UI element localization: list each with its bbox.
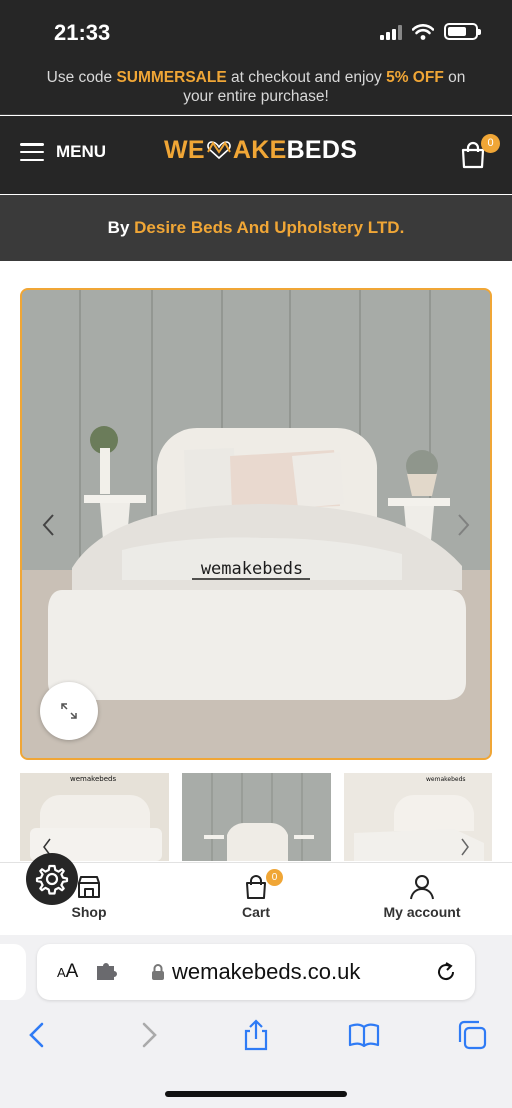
logo-part-1: WE (164, 136, 205, 164)
nav-cart-label: Cart (241, 904, 270, 920)
vendor-prefix: By (107, 218, 135, 237)
chevron-left-icon[interactable] (36, 510, 60, 540)
bookmarks-icon[interactable] (348, 1019, 380, 1051)
expand-image-button[interactable] (40, 682, 98, 740)
nav-account-label: My account (383, 904, 461, 920)
promo-discount: 5% OFF (386, 69, 444, 86)
thumbnail-2[interactable] (182, 773, 331, 861)
logo-part-3: BEDS (286, 136, 358, 164)
promo-code: SUMMERSALE (116, 69, 227, 86)
header-cart-button[interactable]: 0 (458, 134, 500, 170)
thumbnail-3[interactable]: wemakebeds (344, 773, 492, 861)
nav-cart[interactable]: 0 Cart (186, 869, 326, 920)
menu-button[interactable]: MENU (20, 142, 106, 162)
site-header: MENU WE AKEBEDS 0 (0, 116, 512, 194)
tabs-icon[interactable] (456, 1019, 488, 1051)
thumbnail-watermark: wemakebeds (70, 775, 116, 783)
wifi-icon (412, 23, 434, 40)
aa-large: A (65, 961, 79, 982)
status-time: 21:33 (54, 20, 111, 45)
signal-icon (380, 24, 402, 40)
product-image: wemakebeds (22, 290, 490, 758)
thumbnail-1[interactable]: wemakebeds (20, 773, 169, 861)
status-bar: 21:33 (0, 0, 512, 62)
settings-button[interactable] (26, 853, 78, 905)
account-icon (410, 875, 434, 900)
vendor-name-link[interactable]: Desire Beds And Upholstery LTD. (134, 218, 404, 237)
address-bar[interactable]: AA wemakebeds.co.uk (37, 944, 475, 1000)
forward-icon[interactable] (132, 1019, 164, 1051)
nav-account[interactable]: My account (352, 873, 492, 920)
share-icon[interactable] (240, 1019, 272, 1051)
expand-icon (61, 703, 77, 719)
vendor-strip: By Desire Beds And Upholstery LTD. (0, 195, 512, 261)
gear-icon (35, 864, 69, 895)
puzzle-icon[interactable] (95, 963, 117, 981)
nav-cart-badge: 0 (266, 869, 283, 886)
shop-icon (78, 876, 100, 898)
url-text: wemakebeds.co.uk (172, 959, 361, 984)
battery-icon (444, 23, 481, 40)
promo-prefix: Use code (46, 69, 117, 86)
image-watermark: wemakebeds (201, 559, 303, 579)
logo-part-2: AKE (232, 136, 287, 164)
previous-tab[interactable] (0, 944, 26, 1000)
chevron-right-icon[interactable] (452, 510, 476, 540)
hamburger-icon (20, 143, 44, 161)
heart-logo-icon (207, 141, 231, 160)
reload-icon[interactable] (435, 961, 457, 983)
product-image-gallery[interactable]: wemakebeds (20, 288, 492, 760)
svg-text:wemakebeds: wemakebeds (426, 776, 466, 783)
site-logo[interactable]: WE AKEBEDS (164, 136, 357, 165)
nav-shop-label: Shop (71, 904, 107, 920)
lock-icon (152, 964, 164, 980)
promo-middle: at checkout and enjoy (226, 69, 387, 86)
menu-label: MENU (56, 142, 107, 161)
thumbnail-strip: wemakebeds wemakebeds (20, 773, 492, 861)
back-icon[interactable] (22, 1019, 54, 1051)
aa-small: A (57, 965, 66, 980)
home-indicator (165, 1091, 347, 1097)
cart-count-badge: 0 (481, 134, 500, 153)
promo-banner: Use code SUMMERSALE at checkout and enjo… (0, 62, 512, 115)
status-icons (380, 23, 481, 40)
browser-chrome: AA wemakebeds.co.uk (0, 935, 512, 1108)
reader-options-button[interactable]: AA (57, 961, 78, 983)
